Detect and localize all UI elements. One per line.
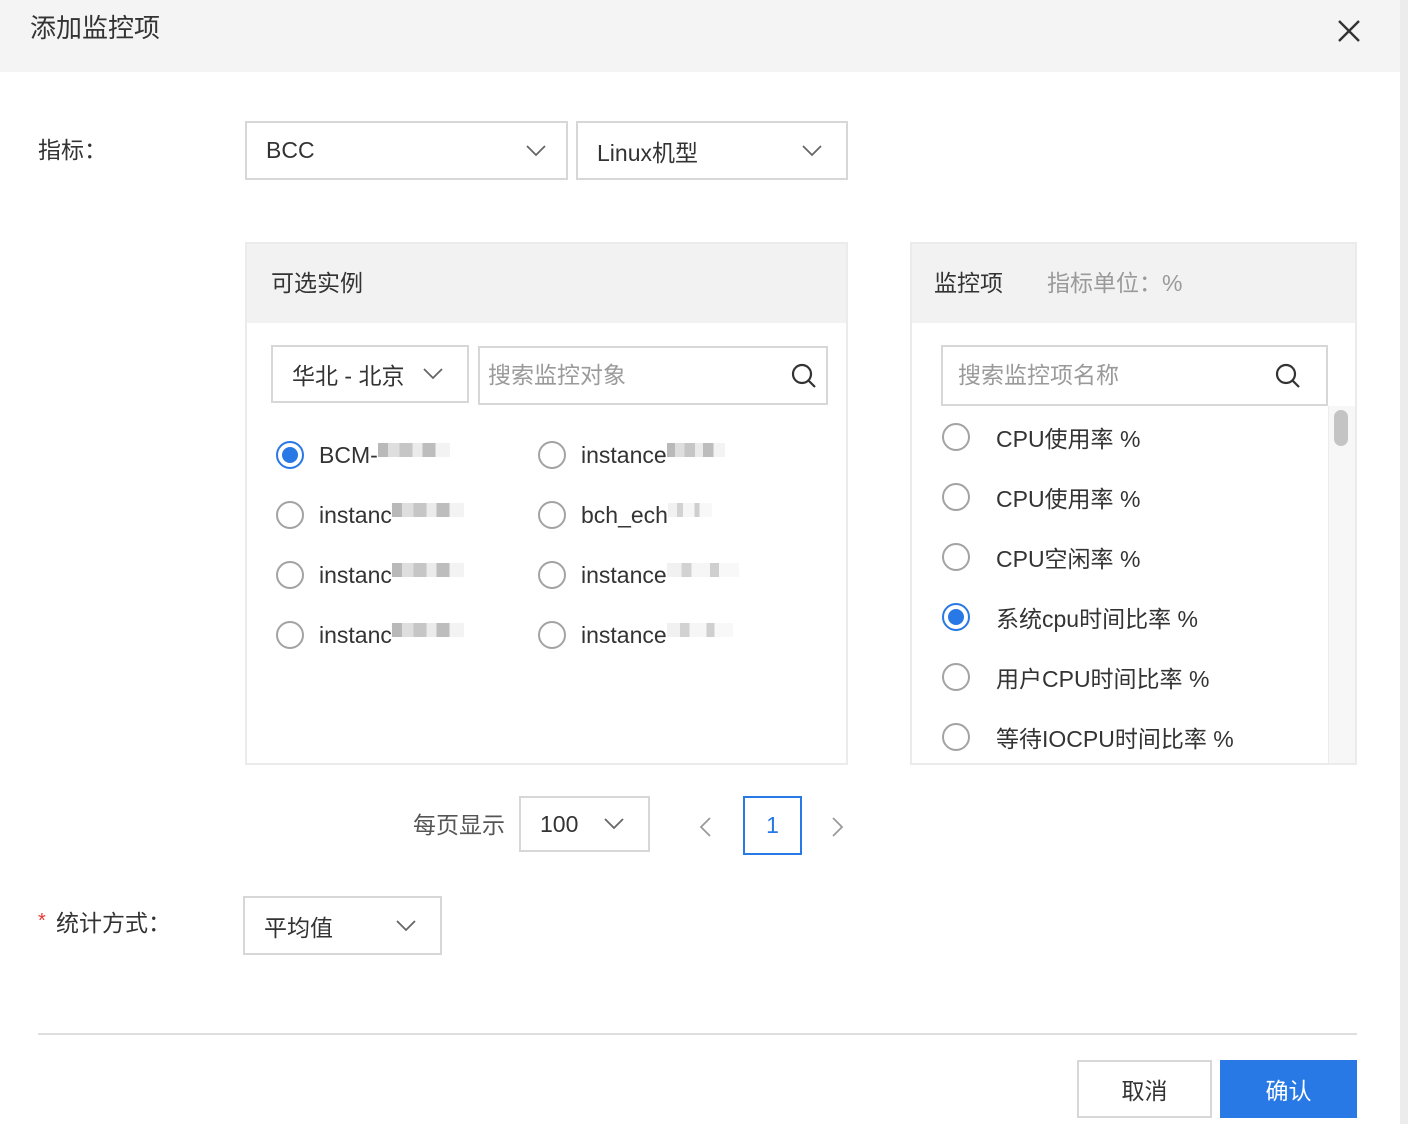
footer-divider xyxy=(38,1033,1357,1035)
redacted-mosaic xyxy=(667,502,712,517)
model-select-value: Linux机型 xyxy=(597,139,698,166)
monitor-item-label: CPU使用率 % xyxy=(996,486,1141,512)
instance-option[interactable]: BCM- xyxy=(276,425,538,485)
instance-radio[interactable] xyxy=(538,621,566,649)
dialog-edge xyxy=(1400,0,1408,1124)
scrollbar-track[interactable] xyxy=(1328,406,1355,763)
metric-label: 指标： xyxy=(38,137,107,163)
chevron-down-icon xyxy=(423,368,443,380)
product-select[interactable]: BCC xyxy=(245,121,568,180)
page-size-select[interactable]: 100 xyxy=(519,796,650,852)
monitor-items-panel: 监控项 指标单位：% CPU使用率 % CPU使用率 % CPU空闲率 % 系统… xyxy=(910,242,1357,765)
statistic-select-value: 平均值 xyxy=(264,914,333,941)
instance-radio[interactable] xyxy=(276,561,304,589)
metric-unit-label: 指标单位：% xyxy=(1047,270,1183,296)
cancel-button[interactable]: 取消 xyxy=(1077,1060,1212,1118)
instance-radio[interactable] xyxy=(276,441,304,469)
instance-option[interactable]: instanc xyxy=(276,545,538,605)
search-icon[interactable] xyxy=(1275,363,1301,389)
dialog-header: 添加监控项 xyxy=(0,0,1400,72)
statistic-select[interactable]: 平均值 xyxy=(243,896,442,955)
monitor-item-radio[interactable] xyxy=(942,483,970,511)
chevron-right-icon[interactable] xyxy=(832,817,844,837)
dialog-title: 添加监控项 xyxy=(30,13,161,43)
instance-search xyxy=(478,346,828,405)
instance-label: instanc xyxy=(319,561,392,588)
monitor-item-option[interactable]: 等待IOCPU时间比率 % xyxy=(941,707,1326,763)
instance-label: bch_ech xyxy=(581,501,668,528)
instance-option[interactable]: instanc xyxy=(276,605,538,665)
chevron-down-icon xyxy=(526,144,546,156)
monitor-item-list: CPU使用率 % CPU使用率 % CPU空闲率 % 系统cpu时间比率 % 用… xyxy=(941,407,1326,763)
page-number-current[interactable]: 1 xyxy=(743,796,802,855)
instance-radio[interactable] xyxy=(276,621,304,649)
redacted-mosaic xyxy=(666,442,725,457)
instance-options: BCM- instance instanc bch_ech instanc in… xyxy=(276,425,816,665)
redacted-mosaic xyxy=(391,562,464,577)
instance-radio[interactable] xyxy=(276,501,304,529)
instance-radio[interactable] xyxy=(538,441,566,469)
monitor-items-title: 监控项 xyxy=(934,270,1003,296)
chevron-down-icon xyxy=(396,919,416,931)
monitor-item-search-input[interactable] xyxy=(943,347,1326,404)
monitor-item-radio[interactable] xyxy=(942,423,970,451)
monitor-item-option[interactable]: CPU使用率 % xyxy=(941,407,1326,467)
instance-option[interactable]: bch_ech xyxy=(538,485,800,545)
instance-label: instanc xyxy=(319,621,392,648)
instance-label: instanc xyxy=(319,501,392,528)
monitor-item-radio[interactable] xyxy=(942,723,970,751)
instance-option[interactable]: instanc xyxy=(276,485,538,545)
page-size-label: 每页显示 xyxy=(413,812,505,838)
monitor-item-label: CPU使用率 % xyxy=(996,426,1141,452)
chevron-left-icon[interactable] xyxy=(699,817,711,837)
redacted-mosaic xyxy=(666,622,733,637)
instance-option[interactable]: instance xyxy=(538,425,800,485)
monitor-item-option[interactable]: 系统cpu时间比率 % xyxy=(941,587,1326,647)
model-select[interactable]: Linux机型 xyxy=(576,121,848,180)
monitor-item-option[interactable]: 用户CPU时间比率 % xyxy=(941,647,1326,707)
monitor-item-option[interactable]: CPU使用率 % xyxy=(941,467,1326,527)
monitor-item-search xyxy=(941,345,1328,406)
redacted-mosaic xyxy=(391,502,464,517)
instance-search-input[interactable] xyxy=(480,348,826,403)
instance-label: instance xyxy=(581,441,667,468)
instance-option[interactable]: instance xyxy=(538,605,800,665)
redacted-mosaic xyxy=(377,442,450,457)
search-icon[interactable] xyxy=(791,363,817,389)
confirm-button[interactable]: 确认 xyxy=(1220,1060,1357,1118)
region-select[interactable]: 华北 - 北京 xyxy=(271,345,469,403)
instances-panel-title: 可选实例 xyxy=(271,270,363,296)
monitor-item-label: 系统cpu时间比率 % xyxy=(996,606,1198,632)
instance-label: instance xyxy=(581,561,667,588)
monitor-item-option[interactable]: CPU空闲率 % xyxy=(941,527,1326,587)
redacted-mosaic xyxy=(666,562,739,577)
statistic-label: 统计方式： xyxy=(56,910,171,936)
monitor-item-label: 用户CPU时间比率 % xyxy=(996,666,1210,692)
instance-radio[interactable] xyxy=(538,561,566,589)
monitor-item-radio[interactable] xyxy=(942,663,970,691)
page-size-value: 100 xyxy=(540,810,579,837)
region-select-value: 华北 - 北京 xyxy=(292,363,405,389)
instance-label: instance xyxy=(581,621,667,648)
instance-radio[interactable] xyxy=(538,501,566,529)
chevron-down-icon xyxy=(604,818,624,830)
instances-panel: 可选实例 华北 - 北京 BCM- instance instanc bch_e… xyxy=(245,242,848,765)
product-select-value: BCC xyxy=(266,137,315,163)
instance-option[interactable]: instance xyxy=(538,545,800,605)
monitor-item-label: 等待IOCPU时间比率 % xyxy=(996,726,1234,752)
monitor-item-radio[interactable] xyxy=(942,603,970,631)
chevron-down-icon xyxy=(802,144,822,156)
required-mark: * xyxy=(38,910,46,932)
monitor-item-radio[interactable] xyxy=(942,543,970,571)
instance-label: BCM- xyxy=(319,441,378,468)
redacted-mosaic xyxy=(391,622,464,637)
monitor-item-label: CPU空闲率 % xyxy=(996,546,1141,572)
close-icon[interactable] xyxy=(1336,18,1362,44)
scrollbar-thumb[interactable] xyxy=(1334,410,1348,446)
